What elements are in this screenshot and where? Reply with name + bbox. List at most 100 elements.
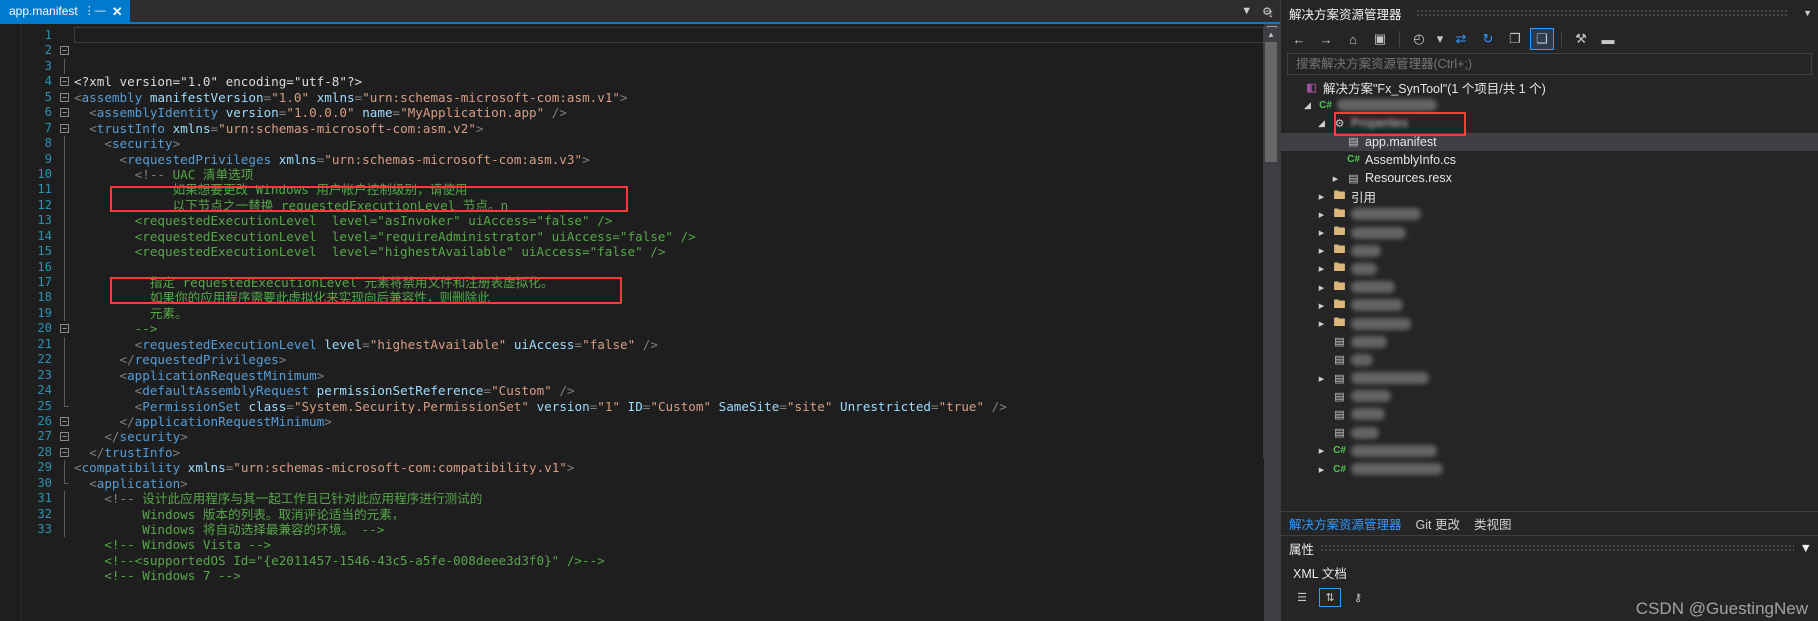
code-line[interactable]: <!-- Windows Vista --> <box>74 537 1280 552</box>
folder-node-7[interactable]: 🖿 <box>1281 314 1818 332</box>
code-line[interactable]: <trustInfo xmlns="urn:schemas-microsoft-… <box>74 121 1280 136</box>
collapse-arrow-icon[interactable] <box>1315 465 1328 474</box>
tab-solution-explorer[interactable]: 解决方案资源管理器 <box>1289 514 1402 533</box>
chevron-down-icon[interactable]: ▼ <box>1800 541 1812 555</box>
code-line[interactable]: 以下节点之一替换 requestedExecutionLevel 节点。n <box>74 198 1280 213</box>
pending-changes-button[interactable]: ▣ <box>1368 28 1392 50</box>
outer-scrollbar-thumb[interactable] <box>1265 42 1277 162</box>
fold-marker[interactable]: − <box>58 445 74 460</box>
panel-grip[interactable] <box>1320 544 1794 552</box>
cs-node-15[interactable]: C# <box>1281 460 1818 478</box>
property-pages-button[interactable]: ⚷ <box>1347 588 1369 607</box>
splitter-handle[interactable]: ↕ <box>1263 2 1279 24</box>
collapse-arrow-icon[interactable] <box>1315 210 1328 219</box>
editor-outer-scrollbar[interactable]: ▲ <box>1263 28 1279 458</box>
file-resources-resx[interactable]: ▤ Resources.resx <box>1281 169 1818 187</box>
folder-node-6[interactable]: 🖿 <box>1281 296 1818 314</box>
fold-marker[interactable]: − <box>58 105 74 120</box>
fold-collapse-icon[interactable]: − <box>60 123 69 133</box>
forward-button[interactable]: → <box>1314 28 1338 50</box>
fold-collapse-icon[interactable]: − <box>60 416 69 426</box>
code-line[interactable]: </requestedPrivileges> <box>74 352 1280 367</box>
code-line[interactable]: 指定 requestedExecutionLevel 元素将禁用文件和注册表虚拟… <box>74 275 1280 290</box>
file-app-manifest[interactable]: ▤ app.manifest <box>1281 132 1818 151</box>
refresh-button[interactable]: ↻ <box>1476 28 1500 50</box>
code-line[interactable]: <requestedExecutionLevel level="asInvoke… <box>74 213 1280 228</box>
collapse-arrow-icon[interactable] <box>1315 192 1328 201</box>
code-line[interactable]: <requestedExecutionLevel level="highestA… <box>74 337 1280 352</box>
file-node-11[interactable]: ▤ <box>1281 387 1818 405</box>
solution-search-box[interactable] <box>1287 53 1812 75</box>
history-button[interactable]: ◴ <box>1407 28 1431 50</box>
collapse-arrow-icon[interactable] <box>1315 264 1328 273</box>
collapse-arrow-icon[interactable] <box>1329 174 1342 183</box>
chevron-down-icon[interactable]: ▼ <box>1241 5 1252 17</box>
back-button[interactable]: ← <box>1287 28 1311 50</box>
code-line[interactable]: </trustInfo> <box>74 445 1280 460</box>
code-line[interactable]: 如果你的应用程序需要此虚拟化来实现向后兼容性，则删除此 <box>74 290 1280 305</box>
file-node-10[interactable]: ▤ <box>1281 369 1818 387</box>
file-assemblyinfo-cs[interactable]: C# AssemblyInfo.cs <box>1281 151 1818 169</box>
collapse-arrow-icon[interactable] <box>1315 228 1328 237</box>
folder-node-3[interactable]: 🖿 <box>1281 242 1818 260</box>
code-line[interactable]: <!-- UAC 清单选项 <box>74 167 1280 182</box>
home-button[interactable]: ⌂ <box>1341 28 1365 50</box>
folder-node-1[interactable]: 🖿 <box>1281 205 1818 223</box>
code-line[interactable]: Windows 版本的列表。取消评论适当的元素， <box>74 507 1280 522</box>
pin-icon[interactable]: ⋮— <box>84 5 106 17</box>
file-node-13[interactable]: ▤ <box>1281 424 1818 442</box>
file-node-8[interactable]: ▤ <box>1281 333 1818 351</box>
fold-marker[interactable]: − <box>58 74 74 89</box>
show-all-files-button[interactable]: ❑ <box>1530 28 1554 50</box>
fold-marker[interactable]: − <box>58 43 74 58</box>
code-text[interactable]: <?xml version="1.0" encoding="utf-8"?> <a… <box>74 24 1280 621</box>
fold-collapse-icon[interactable]: − <box>60 108 69 118</box>
collapse-arrow-icon[interactable] <box>1315 319 1328 328</box>
fold-margin[interactable]: − − − − − − − − − <box>58 24 74 621</box>
properties-button[interactable]: ⚒ <box>1569 28 1593 50</box>
outer-scroll-up-icon[interactable]: ▲ <box>1263 28 1279 42</box>
collapse-arrow-icon[interactable] <box>1315 446 1328 455</box>
fold-marker[interactable]: − <box>58 90 74 105</box>
folder-node-5[interactable]: 🖿 <box>1281 278 1818 296</box>
references-node[interactable]: 🖿引用 <box>1281 187 1818 205</box>
fold-collapse-icon[interactable]: − <box>60 46 69 56</box>
fold-collapse-icon[interactable]: − <box>60 447 69 457</box>
fold-collapse-icon[interactable]: − <box>60 77 69 87</box>
code-line[interactable]: </applicationRequestMinimum> <box>74 414 1280 429</box>
solution-tree[interactable]: ◧解决方案"Fx_SynTool"(1 个项目/共 1 个) C# ⚙Propert… <box>1281 78 1818 511</box>
folder-node-4[interactable]: 🖿 <box>1281 260 1818 278</box>
fold-collapse-icon[interactable]: − <box>60 324 69 334</box>
collapse-arrow-icon[interactable] <box>1315 374 1328 383</box>
file-node-9[interactable]: ▤ <box>1281 351 1818 369</box>
code-line[interactable]: <requestedPrivileges xmlns="urn:schemas-… <box>74 152 1280 167</box>
sync-button[interactable]: ⇄ <box>1449 28 1473 50</box>
tab-app-manifest[interactable]: app.manifest ⋮— ✕ <box>0 0 130 22</box>
fold-marker[interactable]: − <box>58 414 74 429</box>
code-line[interactable]: </security> <box>74 429 1280 444</box>
code-line[interactable]: <application> <box>74 476 1280 491</box>
tab-class-view[interactable]: 类视图 <box>1474 514 1512 533</box>
solution-node[interactable]: ◧ 解决方案"Fx_SynTool"(1 个项目/共 1 个) <box>1281 78 1818 96</box>
code-line[interactable]: <!--<supportedOS Id="{e2011457-1546-43c5… <box>74 553 1280 568</box>
fold-marker[interactable]: − <box>58 321 74 336</box>
properties-folder[interactable]: ⚙ Properties <box>1281 114 1818 132</box>
fold-marker[interactable]: − <box>58 121 74 136</box>
code-line[interactable]: <assemblyIdentity version = "1.0.0.0" name… <box>74 105 1280 120</box>
code-line[interactable]: <PermissionSet class="System.Security.Pe… <box>74 399 1280 414</box>
code-line[interactable]: <requestedExecutionLevel level="highestA… <box>74 244 1280 259</box>
code-line[interactable]: 元素。 <box>74 306 1280 321</box>
search-input[interactable] <box>1294 56 1805 72</box>
code-line[interactable]: <!-- 设计此应用程序与其一起工作且已针对此应用程序进行测试的 <box>74 491 1280 506</box>
categorized-button[interactable]: ☰ <box>1291 588 1313 607</box>
code-editor[interactable]: 1 2 3 4 5 6 7 8 9 10 11 12 13 14 15 16 17 18 19 20 21 22 23 24 2… <box>0 24 1280 621</box>
folder-node-2[interactable]: 🖿 <box>1281 224 1818 242</box>
collapse-arrow-icon[interactable] <box>1315 246 1328 255</box>
history-dropdown[interactable]: ▾ <box>1434 28 1446 50</box>
expand-arrow-icon[interactable] <box>1315 118 1328 129</box>
code-line[interactable] <box>74 260 1280 275</box>
close-icon[interactable]: ✕ <box>112 5 123 18</box>
code-line[interactable]: <requestedExecutionLevel level="requireA… <box>74 229 1280 244</box>
cs-node-14[interactable]: C# <box>1281 442 1818 460</box>
alphabetical-button[interactable]: ⇅ <box>1319 588 1341 607</box>
